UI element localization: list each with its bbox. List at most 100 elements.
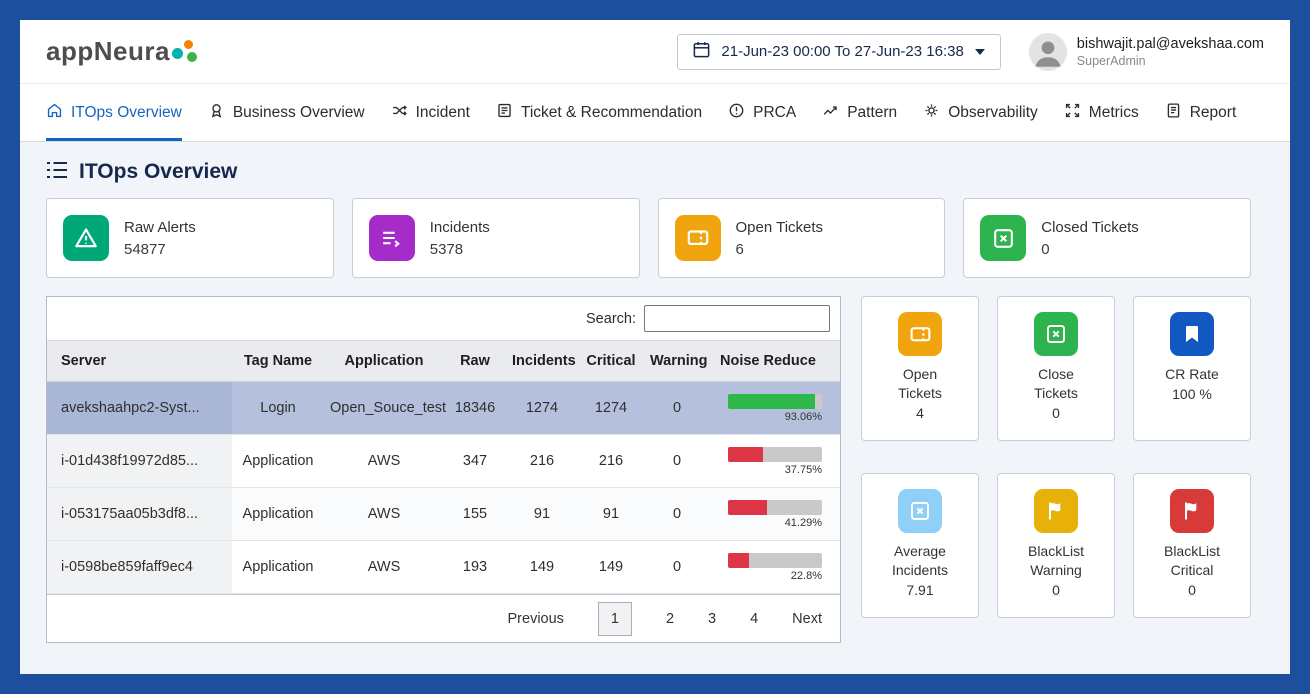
noise-reduce-percent: 41.29% (784, 516, 822, 529)
tab-incident[interactable]: Incident (391, 84, 470, 141)
date-range-text: 21-Jun-23 00:00 To 27-Jun-23 16:38 (721, 43, 964, 60)
pattern-icon (822, 102, 839, 124)
tab-label: PRCA (753, 103, 797, 121)
chevron-down-icon (974, 43, 986, 61)
cell-raw: 18346 (444, 381, 506, 435)
table-search-input[interactable] (644, 305, 830, 332)
cell-application: AWS (324, 540, 444, 594)
cell-noise-reduce: 93.06% (710, 381, 840, 435)
app-frame: appNeura 21-Jun-23 00:00 To 27-Jun-23 16… (0, 0, 1310, 694)
stat-label: Open Tickets (735, 218, 824, 236)
table-row[interactable]: i-0598be859faff9ec4 Application AWS 193 … (47, 540, 840, 594)
pagination-previous[interactable]: Previous (508, 611, 564, 627)
app-header: appNeura 21-Jun-23 00:00 To 27-Jun-23 16… (20, 20, 1290, 84)
column-header-server[interactable]: Server (47, 340, 232, 382)
column-header-critical[interactable]: Critical (578, 340, 644, 382)
tab-label: ITOps Overview (71, 103, 182, 121)
square-x-icon (898, 489, 942, 533)
ticket-recommendation-icon (496, 102, 513, 124)
noise-reduce-bar (728, 552, 822, 568)
tab-metrics[interactable]: Metrics (1064, 84, 1139, 141)
date-range-picker[interactable]: 21-Jun-23 00:00 To 27-Jun-23 16:38 (677, 33, 1001, 70)
noise-reduce-bar (728, 499, 822, 515)
kpi-value: 0 (1188, 581, 1196, 598)
server-table-panel: Search: Server Tag Name Application Raw (46, 296, 841, 643)
logo-dot-green-icon (186, 52, 197, 62)
table-search-row: Search: (47, 297, 840, 340)
list-icon (46, 161, 68, 184)
table-row[interactable]: avekshaahpc2-Syst... Login Open_Souce_te… (47, 381, 840, 435)
cell-noise-reduce: 41.29% (710, 487, 840, 541)
noise-reduce-percent: 37.75% (784, 463, 822, 476)
table-pagination: Previous 1 2 3 4 Next (47, 594, 840, 642)
column-header-incidents[interactable]: Incidents (506, 340, 578, 382)
business-overview-icon (208, 102, 225, 124)
kpi-label: Average Incidents (891, 543, 949, 578)
column-header-tag-name[interactable]: Tag Name (232, 340, 324, 382)
cell-incidents: 1274 (506, 381, 578, 435)
noise-reduce-percent: 22.8% (790, 569, 822, 582)
ticket-icon (898, 312, 942, 356)
stat-text: Open Tickets 6 (736, 219, 824, 258)
stat-card-raw-alerts: Raw Alerts 54877 (46, 198, 334, 278)
stat-card-incidents: Incidents 5378 (351, 198, 640, 278)
content-row: Search: Server Tag Name Application Raw (46, 296, 1251, 643)
stat-label: Raw Alerts (124, 218, 196, 236)
tab-observability[interactable]: Observability (923, 84, 1038, 141)
table-row[interactable]: i-053175aa05b3df8... Application AWS 155… (47, 487, 840, 541)
tab-report[interactable]: Report (1165, 84, 1237, 141)
stat-text: Raw Alerts 54877 (124, 219, 196, 258)
cell-server: i-0598be859faff9ec4 (47, 540, 232, 594)
cell-warning: 0 (644, 434, 710, 488)
cell-critical: 149 (578, 540, 644, 594)
kpi-card-blacklist-warning: BlackList Warning 0 (997, 473, 1115, 618)
pagination-page-4[interactable]: 4 (750, 611, 758, 627)
cell-critical: 1274 (578, 381, 644, 435)
flag-icon (1034, 489, 1078, 533)
tab-pattern[interactable]: Pattern (822, 84, 897, 141)
column-header-raw[interactable]: Raw (444, 340, 506, 382)
server-table: Server Tag Name Application Raw Incident… (47, 340, 840, 594)
kpi-label: BlackList Critical (1163, 543, 1221, 578)
kpi-card-average-incidents: Average Incidents 7.91 (861, 473, 979, 618)
noise-reduce-bar (728, 393, 822, 409)
user-menu[interactable]: bishwajit.pal@avekshaa.com SuperAdmin (1028, 32, 1264, 71)
cell-warning: 0 (644, 381, 710, 435)
stat-card-open-tickets: Open Tickets 6 (657, 198, 946, 278)
column-header-application[interactable]: Application (324, 340, 444, 382)
user-info: bishwajit.pal@avekshaa.com SuperAdmin (1077, 36, 1264, 68)
tab-ticket-recommendation[interactable]: Ticket & Recommendation (496, 84, 702, 141)
column-header-noise-reduce[interactable]: Noise Reduce (710, 340, 840, 382)
flag-icon (1170, 489, 1214, 533)
stat-label: Incidents (429, 218, 490, 236)
tab-label: Incident (415, 103, 470, 121)
ticket-icon (674, 215, 721, 261)
tab-label: Report (1189, 103, 1237, 121)
metrics-icon (1064, 102, 1081, 124)
stat-text: Closed Tickets 0 (1041, 219, 1139, 258)
noise-reduce-bar (728, 446, 822, 462)
pagination-page-1[interactable]: 1 (597, 601, 632, 636)
tab-business-overview[interactable]: Business Overview (208, 84, 365, 141)
pagination-page-2[interactable]: 2 (666, 611, 674, 627)
cell-tag-name: Application (232, 487, 324, 541)
stat-label: Closed Tickets (1041, 218, 1139, 236)
table-header: Server Tag Name Application Raw Incident… (47, 340, 840, 382)
column-header-warning[interactable]: Warning (644, 340, 710, 382)
kpi-card-cr-rate: CR Rate 100 % (1133, 296, 1251, 441)
cell-server: avekshaahpc2-Syst... (47, 381, 232, 435)
cell-raw: 347 (444, 434, 506, 488)
cell-tag-name: Application (232, 540, 324, 594)
cell-raw: 193 (444, 540, 506, 594)
pagination-page-3[interactable]: 3 (708, 611, 716, 627)
pagination-next[interactable]: Next (792, 611, 822, 627)
tab-itops-overview[interactable]: ITOps Overview (46, 84, 182, 141)
kpi-value: 0 (1052, 404, 1060, 421)
prca-icon (728, 102, 745, 124)
table-row[interactable]: i-01d438f19972d85... Application AWS 347… (47, 434, 840, 488)
tab-prca[interactable]: PRCA (728, 84, 796, 141)
header-right: 21-Jun-23 00:00 To 27-Jun-23 16:38 bishw… (677, 32, 1264, 71)
cell-server: i-053175aa05b3df8... (47, 487, 232, 541)
user-role: SuperAdmin (1076, 53, 1146, 68)
stat-value: 6 (735, 240, 744, 258)
